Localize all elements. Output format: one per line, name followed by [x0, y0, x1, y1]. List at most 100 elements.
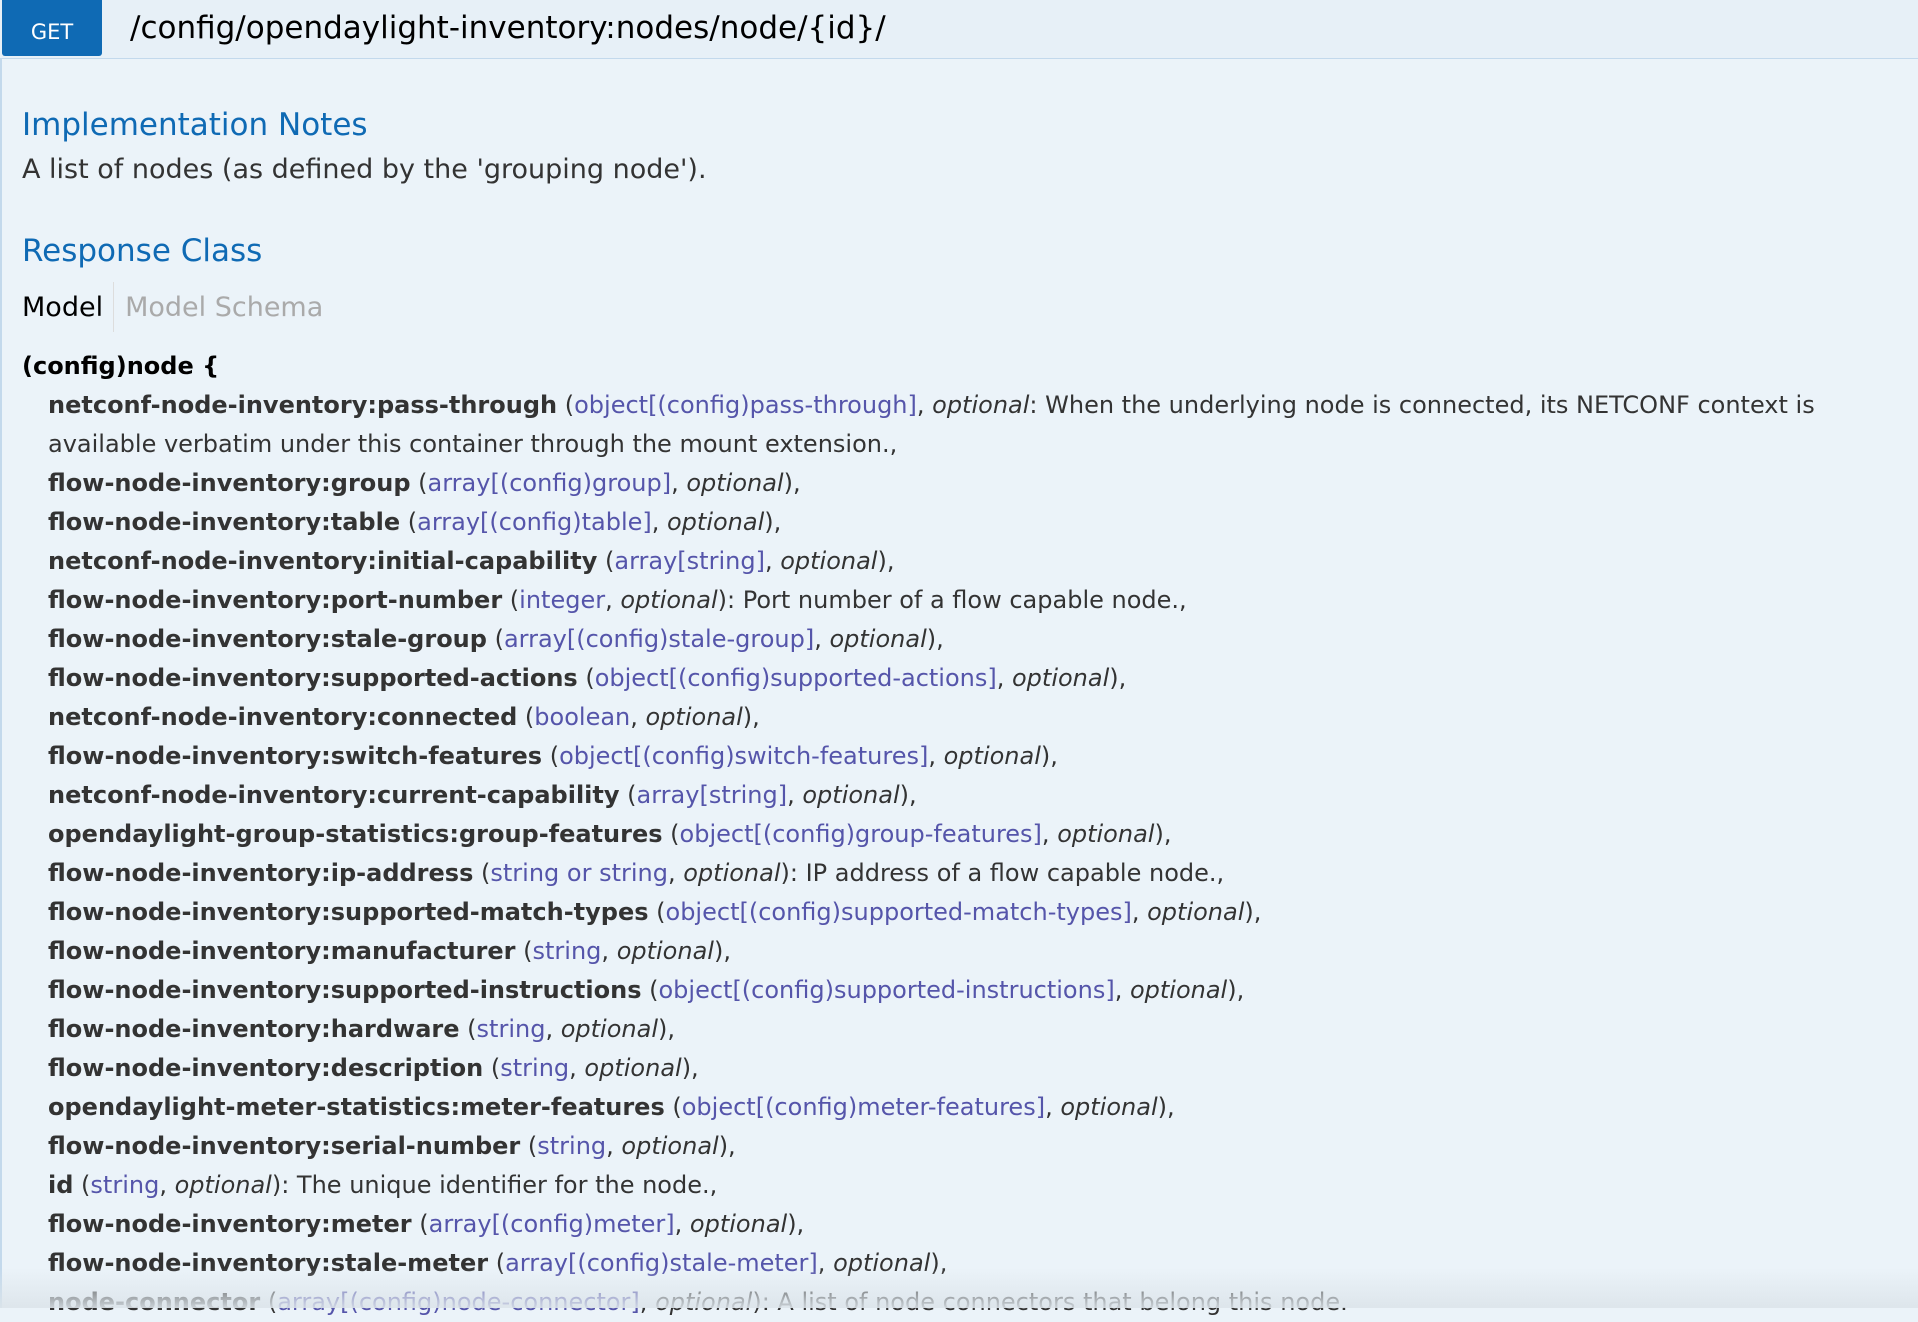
model-property-row: netconf-node-inventory:current-capabilit… [48, 781, 917, 809]
property-optional-flag: optional [1129, 976, 1228, 1004]
property-description: ), [1227, 976, 1245, 1004]
property-type-link[interactable]: object[(config)group-features] [680, 820, 1042, 848]
model-property-row: flow-node-inventory:switch-features (obj… [48, 742, 1058, 770]
endpoint-content: Implementation Notes A list of nodes (as… [22, 100, 1902, 1322]
property-type-link[interactable]: string [477, 1015, 546, 1043]
property-type-link[interactable]: string [90, 1171, 159, 1199]
property-optional-flag: optional [943, 742, 1041, 770]
http-method-badge[interactable]: GET [2, 0, 102, 56]
model-property-row: flow-node-inventory:table (array[(config… [48, 508, 782, 536]
model-property-row: opendaylight-meter-statistics:meter-feat… [48, 1093, 1175, 1121]
property-optional-flag: optional [645, 703, 743, 731]
tab-model-schema[interactable]: Model Schema [114, 292, 323, 323]
property-name: flow-node-inventory:table [48, 508, 401, 536]
property-optional-flag: optional [932, 391, 1030, 419]
property-name: flow-node-inventory:stale-group [48, 625, 487, 653]
property-optional-flag: optional [667, 508, 765, 536]
property-type-link[interactable]: object[(config)supported-match-types] [666, 898, 1132, 926]
model-property-row: flow-node-inventory:stale-group (array[(… [48, 625, 944, 653]
endpoint-header[interactable]: GET /config/opendaylight-inventory:nodes… [0, 0, 1918, 59]
model-property-row: flow-node-inventory:description (string,… [48, 1054, 699, 1082]
property-type-link[interactable]: string [537, 1132, 606, 1160]
implementation-notes-text: A list of nodes (as defined by the 'grou… [22, 154, 707, 185]
property-name: netconf-node-inventory:pass-through [48, 391, 558, 419]
property-name: id [48, 1171, 74, 1199]
property-optional-flag: optional [780, 547, 878, 575]
endpoint-path[interactable]: /config/opendaylight-inventory:nodes/nod… [130, 6, 886, 50]
property-description: ): Port number of a flow capable node., [717, 586, 1187, 614]
property-optional-flag: optional [1060, 1093, 1158, 1121]
property-name: flow-node-inventory:supported-instructio… [48, 976, 642, 1004]
property-type-link[interactable]: object[(config)supported-actions] [595, 664, 997, 692]
model-property-row: netconf-node-inventory:connected (boolea… [48, 703, 760, 731]
model-property-row: flow-node-inventory:supported-instructio… [48, 976, 1245, 1004]
property-name: netconf-node-inventory:current-capabilit… [48, 781, 620, 809]
property-description: ), [657, 1015, 675, 1043]
property-type-link[interactable]: array[(config)stale-group] [504, 625, 814, 653]
property-type-link[interactable]: array[(config)table] [417, 508, 652, 536]
property-optional-flag: optional [1057, 820, 1155, 848]
property-optional-flag: optional [1012, 664, 1110, 692]
property-description: ), [783, 469, 801, 497]
property-type-link[interactable]: array[string] [614, 547, 765, 575]
property-description: ), [1109, 664, 1127, 692]
property-optional-flag: optional [621, 1132, 719, 1160]
model-property-row: flow-node-inventory:manufacturer (string… [48, 937, 731, 965]
property-type-link[interactable]: array[(config)group] [428, 469, 672, 497]
property-description: ), [1040, 742, 1058, 770]
property-type-link[interactable]: object[(config)meter-features] [682, 1093, 1045, 1121]
property-name: flow-node-inventory:manufacturer [48, 937, 516, 965]
property-name: flow-node-inventory:ip-address [48, 859, 474, 887]
property-type-link[interactable]: integer [519, 586, 605, 614]
property-name: opendaylight-meter-statistics:meter-feat… [48, 1093, 665, 1121]
model-property-row: flow-node-inventory:port-number (integer… [48, 586, 1187, 614]
model-property-row: flow-node-inventory:serial-number (strin… [48, 1132, 736, 1160]
property-type-link[interactable]: string [533, 937, 602, 965]
property-name: flow-node-inventory:port-number [48, 586, 503, 614]
property-type-link[interactable]: boolean [534, 703, 630, 731]
property-optional-flag: optional [689, 1210, 788, 1238]
property-description: ), [899, 781, 917, 809]
model-header: (config)node { [22, 352, 220, 380]
property-description: ), [787, 1210, 805, 1238]
property-type-link[interactable]: array[(config)meter] [429, 1210, 675, 1238]
property-type-link[interactable]: string [500, 1054, 569, 1082]
property-optional-flag: optional [829, 625, 927, 653]
model-properties: netconf-node-inventory:pass-through (obj… [48, 386, 1902, 1322]
model-property-row: flow-node-inventory:supported-actions (o… [48, 664, 1127, 692]
property-description: ): The unique identifier for the node., [271, 1171, 718, 1199]
property-name: flow-node-inventory:description [48, 1054, 484, 1082]
property-name: flow-node-inventory:hardware [48, 1015, 460, 1043]
property-type-link[interactable]: object[(config)supported-instructions] [658, 976, 1114, 1004]
model-property-row: flow-node-inventory:group (array[(config… [48, 469, 801, 497]
property-optional-flag: optional [1147, 898, 1245, 926]
property-optional-flag: optional [174, 1171, 272, 1199]
tab-model[interactable]: Model [22, 292, 113, 323]
property-description: ): IP address of a flow capable node., [780, 859, 1225, 887]
property-name: flow-node-inventory:serial-number [48, 1132, 521, 1160]
property-description: ), [718, 1132, 736, 1160]
model-property-row: netconf-node-inventory:pass-through (obj… [48, 391, 1815, 458]
property-type-link[interactable]: object[(config)pass-through] [574, 391, 917, 419]
property-type-link[interactable]: object[(config)switch-features] [559, 742, 928, 770]
property-optional-flag: optional [802, 781, 900, 809]
property-name: opendaylight-group-statistics:group-feat… [48, 820, 663, 848]
property-description: ), [926, 625, 944, 653]
property-type-link[interactable]: string or string [490, 859, 668, 887]
property-optional-flag: optional [620, 586, 718, 614]
model-tabs: Model Model Schema [22, 280, 1902, 334]
model-property-row: flow-node-inventory:ip-address (string o… [48, 859, 1225, 887]
property-optional-flag: optional [560, 1015, 658, 1043]
implementation-notes-title: Implementation Notes [22, 107, 368, 143]
property-description: ), [764, 508, 782, 536]
property-optional-flag: optional [584, 1054, 682, 1082]
model-property-row: flow-node-inventory:supported-match-type… [48, 898, 1262, 926]
property-optional-flag: optional [683, 859, 781, 887]
response-class-title: Response Class [22, 233, 263, 269]
property-name: flow-node-inventory:meter [48, 1210, 412, 1238]
property-name: flow-node-inventory:switch-features [48, 742, 543, 770]
property-description: ), [713, 937, 731, 965]
property-type-link[interactable]: array[string] [637, 781, 788, 809]
model-property-row: opendaylight-group-statistics:group-feat… [48, 820, 1172, 848]
